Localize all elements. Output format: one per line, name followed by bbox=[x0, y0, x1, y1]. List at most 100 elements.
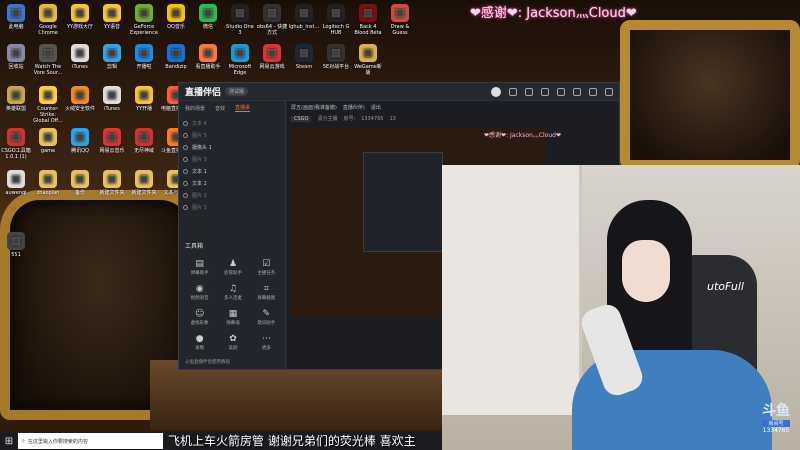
tutorial-notice[interactable]: 斗鱼直播伴侣使用教程 bbox=[185, 359, 230, 365]
tool-record[interactable]: ● 录制 bbox=[183, 334, 216, 351]
desktop-icon[interactable]: ■ YY游戏大厅 bbox=[64, 4, 96, 30]
desktop-icon[interactable]: ■ 英雄联盟 bbox=[0, 86, 32, 112]
edit-icon: ■ bbox=[103, 44, 121, 62]
desktop-icon[interactable]: ■ GeForce Experience bbox=[128, 4, 160, 36]
desktop-icon[interactable]: ■ auwenqi bbox=[0, 170, 32, 196]
category-tag[interactable]: CSGO bbox=[291, 115, 312, 122]
tool-multi-call[interactable]: ♫ 多人连麦 bbox=[216, 284, 249, 301]
desktop-icon[interactable]: ■ Bandizip bbox=[160, 44, 192, 70]
source-label: 文本 2 bbox=[192, 180, 207, 187]
desktop-icon[interactable]: ■ WeGame新版 bbox=[352, 44, 384, 76]
desktop-icon[interactable]: ■ 网易云游戏 bbox=[256, 44, 288, 70]
desktop-icon[interactable]: ■ 551 bbox=[0, 232, 32, 258]
desktop-icon[interactable]: ■ 此电脑 bbox=[0, 4, 32, 30]
desktop-icon[interactable]: ■ Google Chrome bbox=[32, 4, 64, 36]
visibility-eye-icon[interactable] bbox=[183, 192, 188, 198]
desktop-icon[interactable]: ■ 微信 bbox=[192, 4, 224, 30]
source-item[interactable]: 文本 2 bbox=[183, 177, 281, 189]
source-item[interactable]: 文本 4 bbox=[183, 117, 281, 129]
desktop-icon[interactable]: ■ 无尽神域 bbox=[128, 128, 160, 154]
tool-task[interactable]: ☑ 主播任务 bbox=[250, 259, 283, 276]
visibility-eye-icon[interactable] bbox=[183, 132, 188, 138]
desktop-icon[interactable]: ■ 新建文件夹 bbox=[96, 170, 128, 196]
tab-live-partner[interactable]: 直播伙伴) bbox=[343, 104, 365, 111]
search-icon: ⌕ bbox=[22, 438, 25, 444]
desktop-icon[interactable]: ■ 新建文件夹 bbox=[128, 170, 160, 196]
message-icon[interactable] bbox=[509, 87, 517, 96]
desktop-icon[interactable]: ■ Logitech G HUB bbox=[320, 4, 352, 36]
tab-my-scenes[interactable]: 我的场景 bbox=[185, 105, 205, 112]
desktop-icon[interactable]: ■ 网易云音乐 bbox=[96, 128, 128, 154]
desktop-icon[interactable]: ■ zhaopian bbox=[32, 170, 64, 196]
visibility-eye-icon[interactable] bbox=[183, 156, 188, 162]
tool-lyrics[interactable]: ✎ 歌词助手 bbox=[250, 309, 283, 326]
tool-screenshot[interactable]: ⌗ 屏幕截图 bbox=[250, 284, 283, 301]
visibility-eye-icon[interactable] bbox=[183, 120, 188, 126]
source-item[interactable]: 图片 1 bbox=[183, 201, 281, 213]
source-item[interactable]: 图片 2 bbox=[183, 189, 281, 201]
desktop-icon[interactable]: ■ 开播啦 bbox=[128, 44, 160, 70]
desktop-icon[interactable]: ■ 回收站 bbox=[0, 44, 32, 70]
desktop-icon-label: Watch The Vore Sour... bbox=[33, 64, 63, 76]
desktop-icon[interactable]: ■ Steam bbox=[288, 44, 320, 70]
desktop-icon[interactable]: ■ obs64 - 快捷方式 bbox=[256, 4, 288, 36]
desktop-icon[interactable]: ■ Studio One 3 bbox=[224, 4, 256, 36]
windows-start-icon[interactable]: ⊞ bbox=[0, 436, 18, 447]
desktop-icon[interactable]: ■ iTunes bbox=[64, 44, 96, 70]
wall-icon: ▦ bbox=[228, 309, 238, 319]
maximize-button[interactable] bbox=[589, 87, 597, 96]
tool-avatar[interactable]: ☺ 虚拟形象 bbox=[183, 309, 216, 326]
tab-sound[interactable]: 音效 bbox=[215, 105, 225, 112]
tab-live-desk[interactable]: 直播桌 bbox=[235, 104, 251, 112]
tool-label: 多人连麦 bbox=[223, 296, 242, 301]
visibility-eye-icon[interactable] bbox=[183, 180, 188, 186]
desktop-icon[interactable]: ■ iTunes bbox=[96, 86, 128, 112]
desktop-icon[interactable]: ■ 5E对战平台 bbox=[320, 44, 352, 70]
close-button[interactable] bbox=[605, 87, 613, 96]
user-avatar[interactable] bbox=[491, 86, 501, 97]
desktop-icon[interactable]: ■ 火绒安全软件 bbox=[64, 86, 96, 112]
desktop-icon-label: 腾讯QQ bbox=[71, 148, 89, 154]
desktop-icon-label: QQ音乐 bbox=[167, 24, 185, 30]
visibility-eye-icon[interactable] bbox=[183, 168, 188, 174]
desktop-icon[interactable]: ■ game bbox=[32, 128, 64, 154]
desktop-icon[interactable]: ■ Microsoft Edge bbox=[224, 44, 256, 76]
desktop-icon[interactable]: ■ 剪辑 bbox=[96, 44, 128, 70]
tool-more[interactable]: ⋯ 更多 bbox=[250, 334, 283, 351]
minimize-button[interactable] bbox=[573, 87, 581, 96]
bandizip-icon: ■ bbox=[167, 44, 185, 62]
source-item[interactable]: 摄像头 1 bbox=[183, 141, 281, 153]
desktop-icon[interactable]: ■ 腾讯QQ bbox=[64, 128, 96, 154]
desktop-icon[interactable]: ■ Counter-Strike: Global Off... bbox=[32, 86, 64, 124]
desktop-icon[interactable]: ■ YY开播 bbox=[128, 86, 160, 112]
source-item[interactable]: 图片 5 bbox=[183, 129, 281, 141]
desktop-icon[interactable]: ■ Watch The Vore Sour... bbox=[32, 44, 64, 76]
desktop-icon[interactable]: ■ lghub_inst... bbox=[288, 4, 320, 30]
desktop-icon[interactable]: ■ QQ音乐 bbox=[160, 4, 192, 30]
visibility-eye-icon[interactable] bbox=[183, 144, 188, 150]
desktop-icon[interactable]: ■ 看直播助手 bbox=[192, 44, 224, 70]
tool-wall[interactable]: ▦ 弹幕墙 bbox=[216, 309, 249, 326]
taskbar-search-input[interactable]: ⌕ 在这里输入你要搜索的内容 bbox=[18, 433, 163, 449]
desktop-icon-label: Draw & Guess bbox=[390, 24, 410, 36]
visibility-eye-icon[interactable] bbox=[183, 204, 188, 210]
tool-barrage[interactable]: ▤ 弹幕助手 bbox=[183, 259, 216, 276]
source-item[interactable]: 文本 1 bbox=[183, 165, 281, 177]
desktop-icon[interactable]: ■ Draw & Guess bbox=[384, 4, 416, 36]
source-item[interactable]: 图片 3 bbox=[183, 153, 281, 165]
app-titlebar[interactable]: 直播伴侣 测试版 bbox=[179, 83, 619, 101]
tool-video-call[interactable]: ◉ 视频语音 bbox=[183, 284, 216, 301]
settings-icon[interactable] bbox=[525, 87, 533, 96]
desktop-icon[interactable]: ■ Back 4 Blood Beta bbox=[352, 4, 384, 36]
desktop-icon-label: 英雄联盟 bbox=[5, 106, 26, 112]
tool-admin[interactable]: ♟ 房管助手 bbox=[216, 259, 249, 276]
desktop-icon[interactable]: ■ YY语音 bbox=[96, 4, 128, 30]
tool-label: 弹幕助手 bbox=[190, 271, 209, 276]
skin-icon[interactable] bbox=[541, 87, 549, 96]
tab-exit[interactable]: 退出 bbox=[371, 104, 381, 111]
menu-icon[interactable] bbox=[557, 87, 565, 96]
desktop-icon[interactable]: ■ 备份 bbox=[64, 170, 96, 196]
tool-beauty[interactable]: ✿ 美颜 bbox=[216, 334, 249, 351]
desktop-icon[interactable]: ■ CSGO工具箱 1.0.1 (1) bbox=[0, 128, 32, 160]
tab-room-title[interactable]: 屏五(画面)我准备撤) bbox=[291, 104, 337, 111]
